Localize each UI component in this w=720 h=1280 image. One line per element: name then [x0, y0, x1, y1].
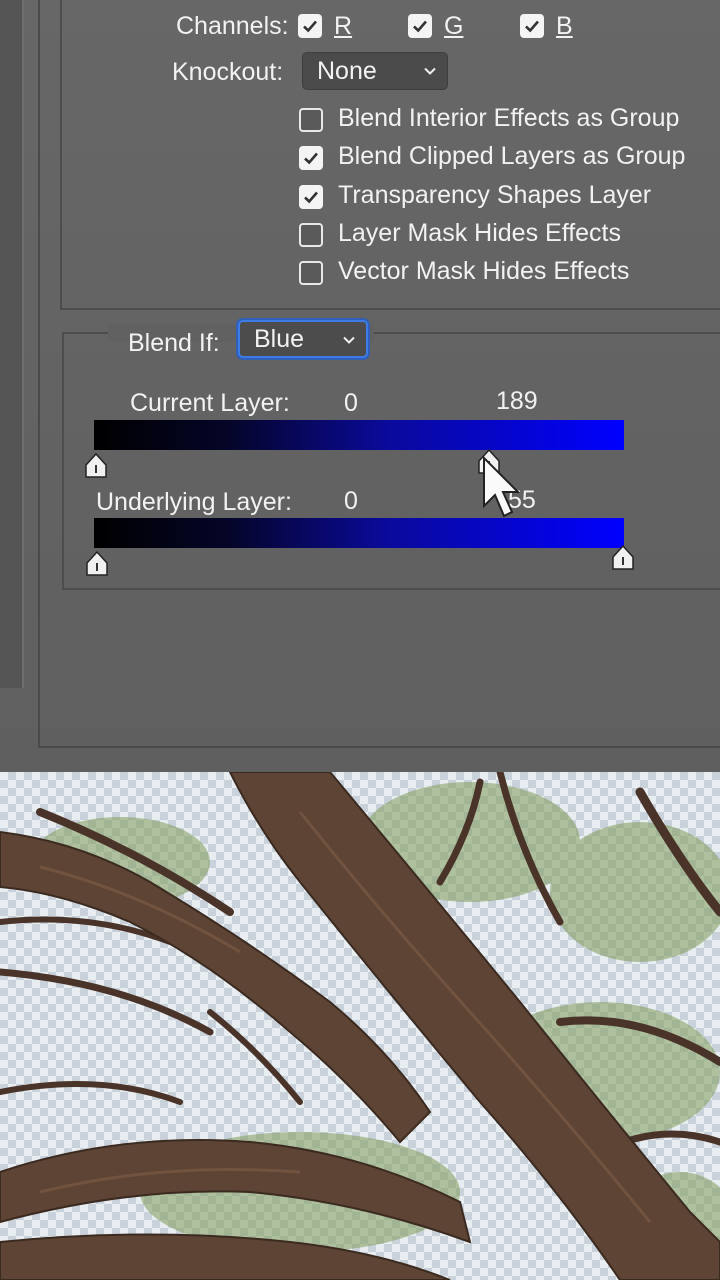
channel-g-label: G	[444, 12, 464, 40]
current-layer-label: Current Layer:	[130, 389, 290, 417]
underlying-layer-label: Underlying Layer:	[96, 488, 292, 516]
current-layer-low-value: 0	[344, 389, 358, 417]
chevron-down-icon	[424, 67, 436, 75]
knockout-select[interactable]: None	[302, 52, 448, 90]
blend-clipped-layers-label: Blend Clipped Layers as Group	[338, 142, 686, 170]
check-icon	[303, 20, 317, 33]
knockout-label: Knockout:	[172, 58, 284, 86]
transparency-shapes-layer-label: Transparency Shapes Layer	[338, 181, 652, 209]
channels-label: Channels:	[176, 12, 289, 40]
vector-mask-hides-effects-label: Vector Mask Hides Effects	[338, 257, 630, 285]
layer-mask-hides-effects-label: Layer Mask Hides Effects	[338, 219, 621, 247]
transparency-shapes-layer-checkbox[interactable]	[299, 185, 323, 209]
layer-style-dialog: Channels: R G B Knockout: None Blend Int…	[0, 0, 720, 772]
channel-b-checkbox[interactable]	[520, 14, 544, 38]
blend-if-value: Blue	[254, 324, 305, 353]
cursor-arrow-icon	[483, 456, 520, 518]
current-layer-black-handle[interactable]	[83, 452, 109, 480]
check-icon	[304, 152, 318, 165]
channel-r-checkbox[interactable]	[298, 14, 322, 38]
channel-r-label: R	[334, 12, 353, 40]
styles-list-panel-edge	[0, 0, 24, 688]
blend-interior-effects-label: Blend Interior Effects as Group	[338, 104, 680, 132]
vector-mask-hides-effects-checkbox[interactable]	[299, 261, 323, 285]
underlying-layer-low-value: 0	[344, 487, 358, 515]
tree-branches-image	[0, 772, 720, 1280]
blend-if-select[interactable]: Blue	[238, 320, 368, 358]
layer-mask-hides-effects-checkbox[interactable]	[299, 223, 323, 247]
check-icon	[525, 20, 539, 33]
channel-g-checkbox[interactable]	[408, 14, 432, 38]
channel-b-label: B	[556, 12, 573, 40]
knockout-value: None	[317, 56, 377, 85]
underlying-layer-gradient-bar	[94, 518, 624, 548]
chevron-down-icon	[343, 336, 355, 344]
check-icon	[304, 191, 318, 204]
current-layer-high-value: 189	[496, 387, 538, 415]
blend-clipped-layers-checkbox[interactable]	[299, 146, 323, 170]
canvas-tree-photo	[0, 772, 720, 1280]
current-layer-gradient-bar	[94, 420, 624, 450]
blend-if-label: Blend If:	[128, 329, 220, 357]
blend-interior-effects-checkbox[interactable]	[299, 108, 323, 132]
underlying-layer-black-handle[interactable]	[84, 550, 110, 578]
check-icon	[413, 20, 427, 33]
underlying-layer-white-handle[interactable]	[610, 544, 636, 572]
